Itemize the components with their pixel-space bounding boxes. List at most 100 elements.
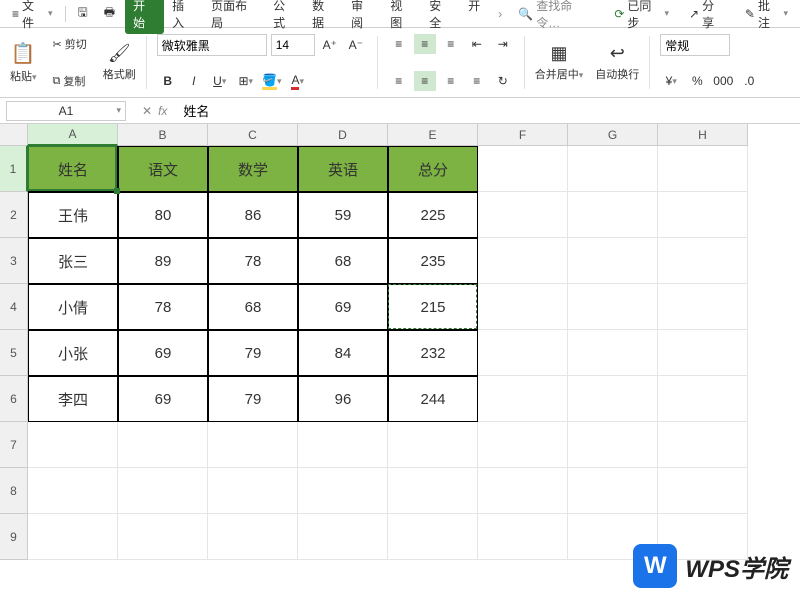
- border-button[interactable]: ⊞▾: [235, 71, 257, 91]
- cell[interactable]: 84: [298, 330, 388, 376]
- share-button[interactable]: ↗ 分享: [683, 0, 731, 34]
- fill-color-button[interactable]: 🪣▾: [261, 71, 283, 91]
- cell[interactable]: 79: [208, 376, 298, 422]
- cell[interactable]: [478, 238, 568, 284]
- cell[interactable]: [208, 468, 298, 514]
- row-header[interactable]: 3: [0, 238, 28, 284]
- cell[interactable]: 姓名: [28, 146, 118, 192]
- print-icon[interactable]: 🖶: [98, 0, 121, 27]
- save-icon[interactable]: 🖫: [72, 0, 94, 27]
- cell[interactable]: [478, 514, 568, 560]
- cell[interactable]: [478, 376, 568, 422]
- cell[interactable]: [568, 422, 658, 468]
- row-header[interactable]: 9: [0, 514, 28, 560]
- cell[interactable]: [478, 146, 568, 192]
- cut-button[interactable]: ✂剪切: [49, 34, 91, 54]
- cell[interactable]: [118, 422, 208, 468]
- spreadsheet-grid[interactable]: ABCDEFGH 123456789 姓名语文数学英语总分王伟808659225…: [0, 124, 800, 600]
- column-header[interactable]: A: [28, 124, 118, 146]
- cell[interactable]: 78: [208, 238, 298, 284]
- paste-button[interactable]: 📋 粘贴▾: [6, 32, 41, 93]
- cell[interactable]: [658, 146, 748, 192]
- tab-安全[interactable]: 安全: [421, 0, 460, 34]
- sync-status[interactable]: ⟳ 已同步 ▾: [608, 0, 675, 34]
- cancel-icon[interactable]: ✕: [142, 104, 152, 118]
- currency-button[interactable]: ¥▾: [660, 71, 682, 91]
- cell[interactable]: [28, 422, 118, 468]
- cell[interactable]: 86: [208, 192, 298, 238]
- row-header[interactable]: 7: [0, 422, 28, 468]
- more-tabs-icon[interactable]: ›: [492, 4, 508, 24]
- tab-审阅[interactable]: 审阅: [343, 0, 382, 34]
- fx-icon[interactable]: fx: [158, 104, 167, 118]
- column-header[interactable]: G: [568, 124, 658, 146]
- decrease-font-button[interactable]: A⁻: [345, 35, 367, 55]
- cell[interactable]: [388, 468, 478, 514]
- row-header[interactable]: 1: [0, 146, 28, 192]
- format-painter-button[interactable]: 🖌 格式刷: [99, 32, 140, 93]
- align-right-button[interactable]: ≡: [440, 71, 462, 91]
- select-all-corner[interactable]: [0, 124, 28, 146]
- column-header[interactable]: D: [298, 124, 388, 146]
- cell[interactable]: 215: [388, 284, 478, 330]
- row-header[interactable]: 5: [0, 330, 28, 376]
- cell[interactable]: [388, 422, 478, 468]
- orientation-button[interactable]: ↻: [492, 71, 514, 91]
- cell[interactable]: 96: [298, 376, 388, 422]
- cell[interactable]: 总分: [388, 146, 478, 192]
- font-name-select[interactable]: [157, 34, 267, 56]
- cell[interactable]: [28, 468, 118, 514]
- cell[interactable]: [298, 468, 388, 514]
- cell[interactable]: 59: [298, 192, 388, 238]
- cell[interactable]: [118, 514, 208, 560]
- cell[interactable]: [568, 238, 658, 284]
- cell[interactable]: 李四: [28, 376, 118, 422]
- cell[interactable]: 69: [298, 284, 388, 330]
- cell[interactable]: [28, 514, 118, 560]
- cell[interactable]: [208, 422, 298, 468]
- tab-视图[interactable]: 视图: [382, 0, 421, 34]
- cell[interactable]: 89: [118, 238, 208, 284]
- cell[interactable]: [298, 514, 388, 560]
- comma-button[interactable]: 000: [712, 71, 734, 91]
- tab-插入[interactable]: 插入: [164, 0, 203, 34]
- decrease-decimal-button[interactable]: .0: [738, 71, 760, 91]
- cell[interactable]: 69: [118, 330, 208, 376]
- cell[interactable]: [568, 330, 658, 376]
- align-left-button[interactable]: ≡: [388, 71, 410, 91]
- align-top-button[interactable]: ≡: [388, 34, 410, 54]
- merge-center-button[interactable]: ▦ 合并居中▾: [531, 32, 588, 93]
- cell[interactable]: 69: [118, 376, 208, 422]
- align-center-button[interactable]: ≡: [414, 71, 436, 91]
- cell[interactable]: [208, 514, 298, 560]
- formula-input[interactable]: [177, 101, 800, 121]
- percent-button[interactable]: %: [686, 71, 708, 91]
- tab-开始[interactable]: 开始: [125, 0, 164, 34]
- row-header[interactable]: 2: [0, 192, 28, 238]
- tab-公式[interactable]: 公式: [265, 0, 304, 34]
- name-box[interactable]: A1 ▾: [6, 101, 126, 121]
- cell[interactable]: [478, 468, 568, 514]
- row-header[interactable]: 8: [0, 468, 28, 514]
- column-header[interactable]: E: [388, 124, 478, 146]
- cell[interactable]: [568, 468, 658, 514]
- indent-decrease-button[interactable]: ⇤: [466, 34, 488, 54]
- cell[interactable]: 80: [118, 192, 208, 238]
- align-bottom-button[interactable]: ≡: [440, 34, 462, 54]
- cell[interactable]: [568, 376, 658, 422]
- tab-开[interactable]: 开: [460, 0, 488, 34]
- row-header[interactable]: 4: [0, 284, 28, 330]
- cell[interactable]: 语文: [118, 146, 208, 192]
- cell[interactable]: 小张: [28, 330, 118, 376]
- cell[interactable]: [658, 330, 748, 376]
- cell[interactable]: [478, 192, 568, 238]
- cell[interactable]: [478, 330, 568, 376]
- tab-数据[interactable]: 数据: [304, 0, 343, 34]
- align-justify-button[interactable]: ≡: [466, 71, 488, 91]
- tab-页面布局[interactable]: 页面布局: [203, 0, 265, 34]
- cell[interactable]: 235: [388, 238, 478, 284]
- cell[interactable]: 79: [208, 330, 298, 376]
- cell[interactable]: 244: [388, 376, 478, 422]
- column-header[interactable]: C: [208, 124, 298, 146]
- cell[interactable]: 68: [298, 238, 388, 284]
